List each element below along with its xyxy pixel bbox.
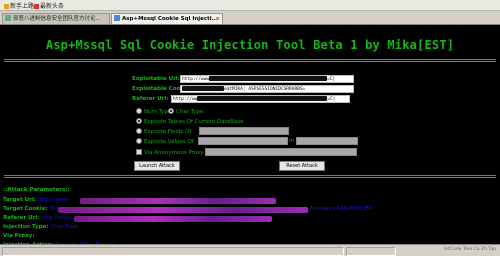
target-url-row: Target Url: http://www bbox=[3, 197, 68, 203]
page-icon bbox=[5, 15, 11, 21]
radio-label: Char Type bbox=[176, 109, 204, 115]
bookmark-icon bbox=[34, 4, 39, 9]
exploitable-url-label: Exploitable Url: bbox=[132, 76, 180, 82]
char-type-radio[interactable]: Char Type bbox=[168, 108, 203, 115]
reset-attack-button[interactable]: Reset Attack bbox=[279, 161, 325, 171]
page-title: Asp+Mssql Sql Cookie Injection Tool Beta… bbox=[45, 38, 455, 52]
referer-url-label: Referer Url: bbox=[132, 96, 169, 102]
divider bbox=[4, 175, 496, 176]
explode-values-radio[interactable]: Explode Values Of bbox=[136, 138, 194, 145]
row-key: Referer Url: bbox=[3, 215, 40, 221]
referer-url-input[interactable]: http://ww =C| bbox=[171, 95, 350, 103]
checkbox-icon bbox=[136, 149, 142, 155]
section-header: ::Attack Parameters:: bbox=[3, 187, 70, 193]
divider bbox=[4, 61, 496, 62]
redacted-text bbox=[74, 216, 272, 222]
anonymous-proxy-checkbox[interactable]: Via Anonymous Proxy bbox=[136, 149, 204, 156]
url-suffix: =C| bbox=[327, 77, 336, 82]
radio-icon bbox=[136, 108, 142, 114]
explode-values-field-input[interactable] bbox=[296, 137, 358, 145]
redacted-text bbox=[80, 198, 276, 204]
page-icon bbox=[114, 15, 120, 21]
bookmarks-bar: 新手上路 最新头条 bbox=[0, 0, 500, 11]
target-cookie-row: Target Cookie: Mika bbox=[3, 206, 62, 212]
radio-label: Explode Fields Of bbox=[144, 129, 192, 135]
radio-icon bbox=[168, 108, 174, 114]
exploitable-url-input[interactable]: http://www =C| bbox=[180, 75, 354, 83]
status-bar: IntCode Tree Ca Zh Tap bbox=[0, 244, 500, 256]
url-prefix: http://www bbox=[182, 77, 210, 82]
explode-tables-radio[interactable]: Explode Tables Of Current DataBase bbox=[136, 118, 244, 125]
bookmark-label: 新手上路 bbox=[10, 3, 35, 10]
radio-icon bbox=[136, 128, 142, 134]
exploitable-cookie-input[interactable]: eatMIKA; ASPSESSIONIDCSRRARBS= bbox=[180, 85, 354, 93]
injection-type-row: Injection Type: Char Type bbox=[3, 224, 78, 230]
bookmark-icon bbox=[4, 4, 9, 9]
target-cookie-tail: Monday=Ad6XMNCIEA bbox=[310, 206, 372, 212]
tab-injection-tool[interactable]: Asp+Mssql Cookie Sql Injecti... × bbox=[111, 13, 223, 24]
tab-forum[interactable]: 邪恶八进制信息安全团队官方讨论... bbox=[2, 13, 110, 24]
row-key: Via Proxy: bbox=[3, 233, 35, 239]
attack-parameters-header: ::Attack Parameters:: bbox=[3, 187, 70, 193]
redacted-text bbox=[182, 86, 224, 91]
close-tab-icon[interactable]: × bbox=[215, 14, 220, 24]
explode-fields-radio[interactable]: Explode Fields Of bbox=[136, 128, 191, 135]
row-key: Injection Type: bbox=[3, 224, 49, 230]
status-watermark: IntCode Tree Ca Zh Tap bbox=[443, 247, 496, 252]
redacted-text bbox=[197, 96, 328, 101]
radio-icon bbox=[136, 118, 142, 124]
tab-label: Asp+Mssql Cookie Sql Injecti... bbox=[122, 16, 218, 22]
row-key: Target Cookie: bbox=[3, 206, 48, 212]
launch-attack-button[interactable]: Launch Attack bbox=[134, 161, 180, 171]
explode-fields-input[interactable] bbox=[199, 127, 289, 135]
bookmark-newbie[interactable]: 新手上路 bbox=[4, 1, 34, 10]
url-prefix: http://ww bbox=[173, 97, 198, 102]
row-key: Target Url: bbox=[3, 197, 36, 203]
checkbox-label: Via Anonymous Proxy bbox=[144, 150, 204, 156]
in-label: In bbox=[289, 138, 295, 144]
row-value: http://www bbox=[41, 215, 72, 221]
via-proxy-row: Via Proxy: bbox=[3, 233, 35, 239]
radio-icon bbox=[136, 138, 142, 144]
row-value: http://www bbox=[37, 197, 69, 203]
bookmark-headlines[interactable]: 最新头条 bbox=[34, 1, 64, 10]
cookie-value: eatMIKA; ASPSESSIONIDCSRRARBS= bbox=[224, 87, 306, 92]
page-content: Asp+Mssql Sql Cookie Injection Tool Beta… bbox=[0, 25, 500, 248]
url-suffix: =C| bbox=[327, 97, 336, 102]
radio-label: Explode Tables Of Current DataBase bbox=[144, 119, 244, 125]
divider bbox=[4, 59, 496, 60]
radio-label: Explode Values Of bbox=[144, 139, 194, 145]
tab-bar: 邪恶八进制信息安全团队官方讨论... Asp+Mssql Cookie Sql … bbox=[0, 11, 500, 25]
referer-url-row: Referer Url: http://www bbox=[3, 215, 72, 221]
num-type-radio[interactable]: Num Type bbox=[136, 108, 171, 115]
row-value: Char Type bbox=[50, 224, 78, 230]
explode-values-table-input[interactable] bbox=[198, 137, 288, 145]
redacted-text bbox=[58, 207, 308, 213]
divider bbox=[4, 177, 496, 178]
tab-label: 邪恶八进制信息安全团队官方讨论... bbox=[13, 16, 101, 22]
bookmark-label: 最新头条 bbox=[40, 3, 65, 10]
row-value: Monday=Ad6XMNCIEA bbox=[310, 206, 373, 212]
redacted-text bbox=[209, 76, 328, 81]
proxy-input[interactable] bbox=[205, 148, 357, 156]
